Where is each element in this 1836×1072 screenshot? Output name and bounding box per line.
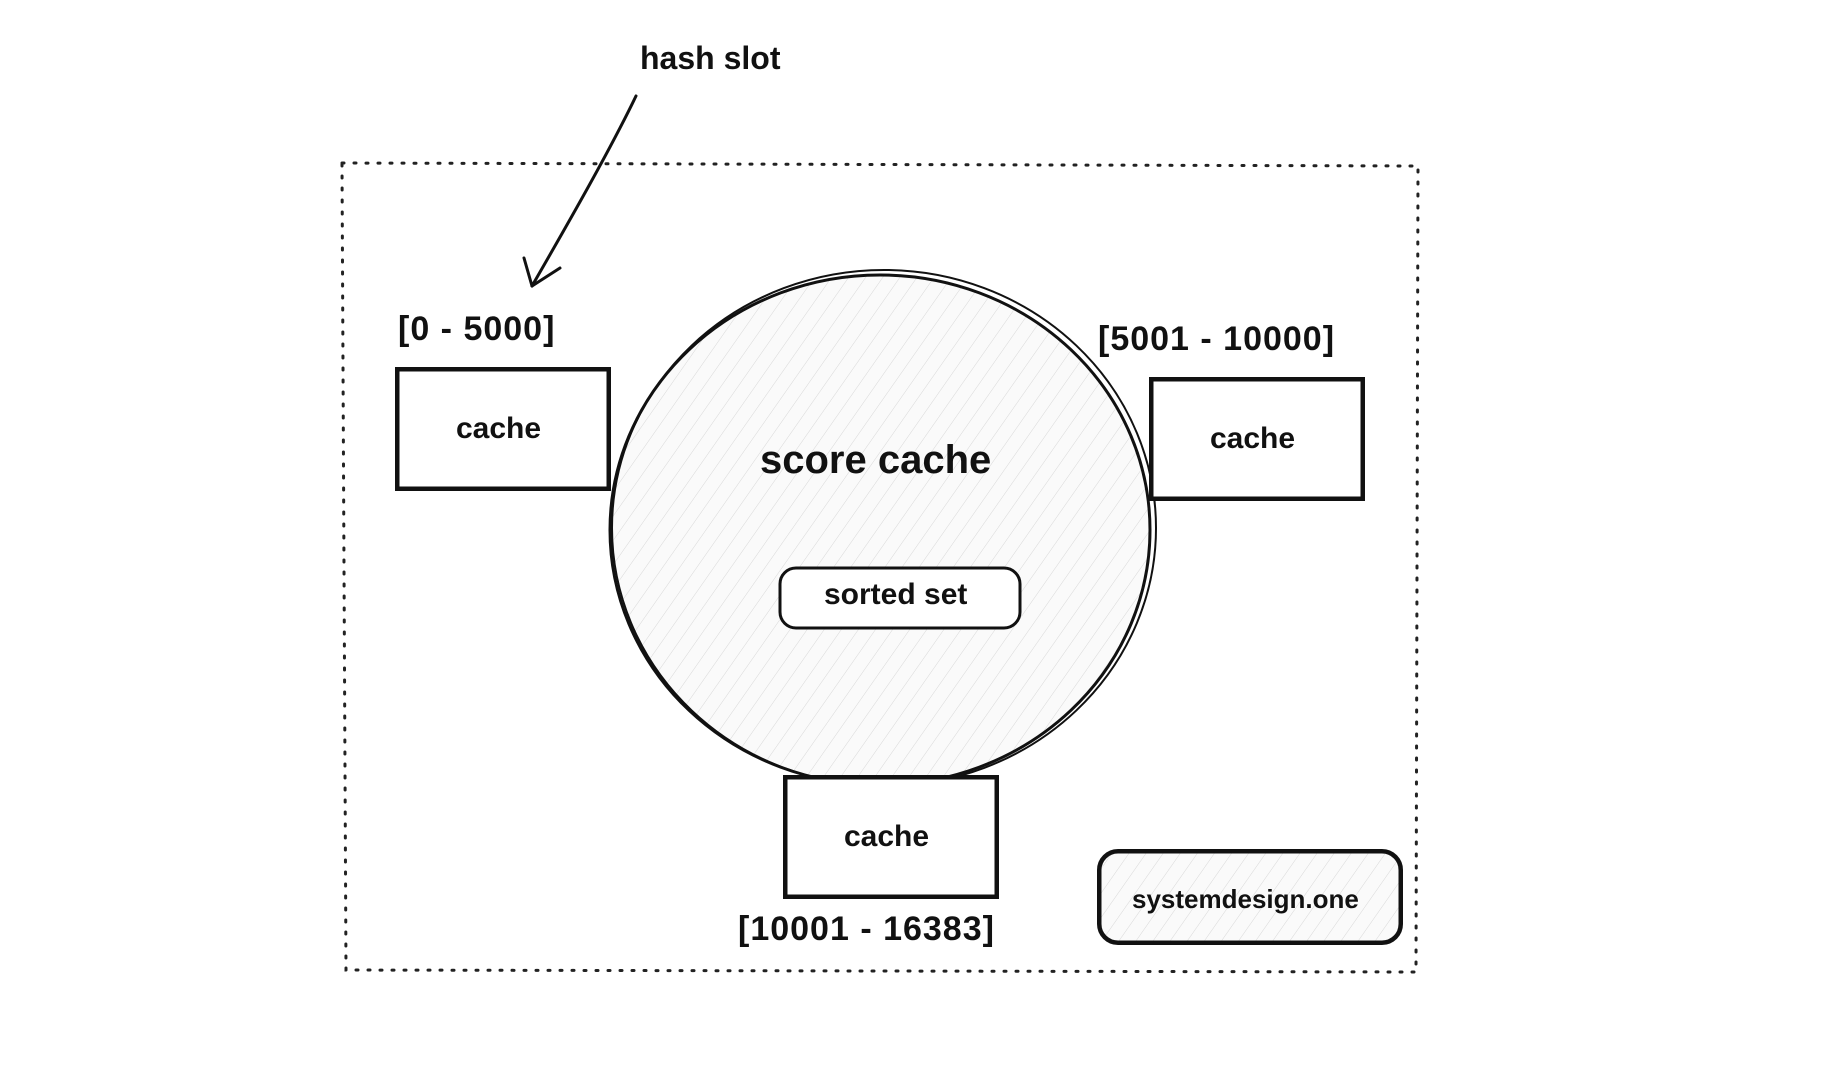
diagram-svg (0, 0, 1836, 1072)
hash-slot-arrow (524, 96, 636, 286)
watermark-label: systemdesign.one (1132, 884, 1359, 915)
sorted-set-label: sorted set (824, 578, 967, 612)
cache-label-right: cache (1210, 422, 1295, 456)
score-cache-circle (610, 270, 1156, 786)
cache-label-left: cache (456, 412, 541, 446)
score-cache-title: score cache (760, 438, 991, 483)
diagram-stage: hash slot [0 - 5000] [5001 - 10000] [100… (0, 0, 1836, 1072)
cache-label-bottom: cache (844, 820, 929, 854)
